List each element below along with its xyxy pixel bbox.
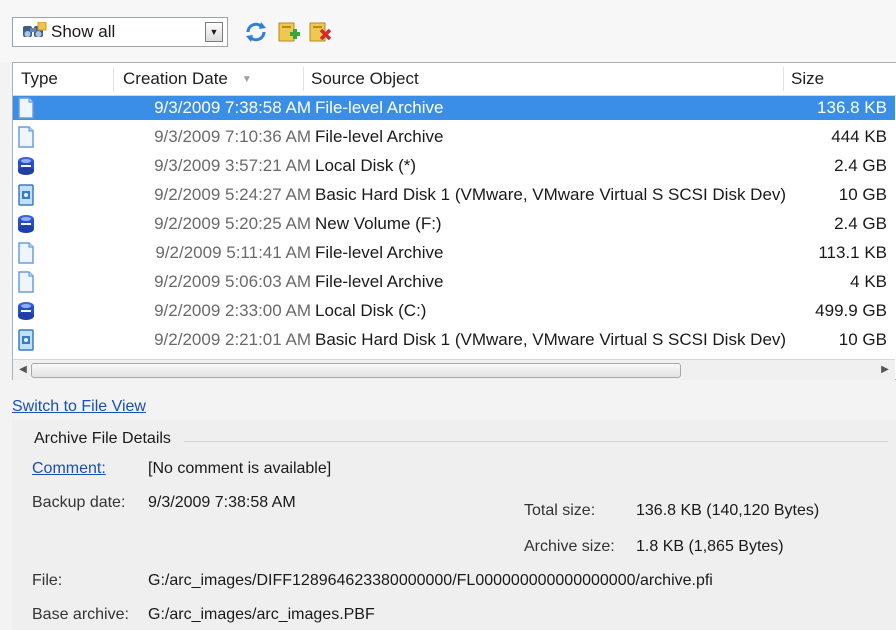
details-divider bbox=[184, 441, 888, 442]
hard-disk-icon bbox=[17, 329, 35, 351]
creation-date-cell: 9/3/2009 3:57:21 AM bbox=[154, 156, 311, 175]
filter-dropdown[interactable]: Show all ▼ bbox=[12, 17, 228, 47]
toolbar: Show all ▼ bbox=[0, 0, 896, 62]
list-header: Type Creation Date ▼ Source Object Size bbox=[13, 63, 896, 96]
source-object-cell: Basic Hard Disk 1 (VMware, VMware Virtua… bbox=[315, 185, 787, 204]
volume-icon bbox=[17, 155, 35, 177]
total-size-label: Total size: bbox=[524, 502, 596, 519]
file-archive-icon bbox=[17, 97, 35, 119]
volume-icon bbox=[17, 213, 35, 235]
column-header-source-object[interactable]: Source Object bbox=[311, 63, 419, 95]
details-title: Archive File Details bbox=[34, 430, 171, 447]
source-object-cell: New Volume (F:) bbox=[315, 214, 442, 233]
horizontal-scrollbar[interactable]: ◀ ▶ bbox=[13, 359, 895, 380]
creation-date-cell: 9/2/2009 2:21:01 AM bbox=[154, 330, 311, 349]
creation-date-cell: 9/3/2009 7:10:36 AM bbox=[154, 127, 311, 146]
table-row[interactable]: 9/3/2009 3:57:21 AM Local Disk (*) 2.4 GB bbox=[13, 154, 895, 178]
table-row[interactable]: 9/2/2009 5:20:25 AM New Volume (F:) 2.4 GB bbox=[13, 212, 895, 236]
table-row[interactable]: 9/2/2009 2:33:00 AM Local Disk (C:) 499.9 … bbox=[13, 299, 895, 323]
column-header-label: Creation Date bbox=[123, 69, 228, 88]
source-object-cell: Basic Hard Disk 1 (VMware, VMware Virtua… bbox=[315, 330, 787, 349]
backup-date-label: Backup date: bbox=[32, 494, 126, 511]
add-archive-icon[interactable] bbox=[276, 20, 302, 44]
volume-icon bbox=[17, 300, 35, 322]
table-row[interactable]: 9/2/2009 5:11:41 AM File-level Archive 113… bbox=[13, 241, 895, 265]
source-object-cell: File-level Archive bbox=[315, 127, 444, 146]
column-header-creation-date[interactable]: Creation Date ▼ bbox=[123, 63, 252, 95]
binoculars-icon bbox=[21, 21, 47, 42]
table-row[interactable]: 9/2/2009 2:21:01 AM Basic Hard Disk 1 (VM… bbox=[13, 328, 895, 352]
total-size-value: 136.8 KB (140,120 Bytes) bbox=[636, 502, 820, 519]
comment-link[interactable]: Comment: bbox=[32, 460, 106, 478]
size-cell: 2.4 GB bbox=[834, 214, 887, 233]
base-archive-value: G:/arc_images/arc_images.PBF bbox=[148, 606, 375, 623]
creation-date-cell: 9/2/2009 5:11:41 AM bbox=[155, 243, 311, 262]
size-cell: 444 KB bbox=[831, 127, 887, 146]
table-row[interactable]: 9/3/2009 7:10:36 AM File-level Archive 444… bbox=[13, 125, 895, 149]
file-archive-icon bbox=[17, 126, 35, 148]
archive-size-value: 1.8 KB (1,865 Bytes) bbox=[636, 538, 784, 555]
size-cell: 136.8 KB bbox=[817, 98, 887, 117]
chevron-down-icon[interactable]: ▼ bbox=[205, 22, 223, 42]
scrollbar-thumb[interactable] bbox=[31, 363, 681, 378]
column-header-type[interactable]: Type bbox=[21, 63, 58, 95]
creation-date-cell: 9/2/2009 2:33:00 AM bbox=[154, 301, 311, 320]
sort-descending-icon: ▼ bbox=[241, 74, 252, 85]
archive-list: Type Creation Date ▼ Source Object Size 9… bbox=[12, 62, 896, 380]
source-object-cell: File-level Archive bbox=[315, 272, 444, 291]
archive-size-label: Archive size: bbox=[524, 538, 615, 555]
delete-archive-icon[interactable] bbox=[307, 20, 333, 44]
size-cell: 113.1 KB bbox=[818, 243, 887, 262]
table-row[interactable]: 9/3/2009 7:38:58 AM File-level Archive 136… bbox=[13, 96, 895, 120]
size-cell: 10 GB bbox=[838, 185, 887, 204]
switch-to-file-view-link[interactable]: Switch to File View bbox=[12, 398, 146, 416]
backup-date-value: 9/3/2009 7:38:58 AM bbox=[148, 494, 296, 511]
scroll-right-icon[interactable]: ▶ bbox=[877, 362, 893, 378]
source-object-cell: File-level Archive bbox=[315, 243, 444, 262]
table-row[interactable]: 9/2/2009 5:24:27 AM Basic Hard Disk 1 (VM… bbox=[13, 183, 895, 207]
base-archive-label: Base archive: bbox=[32, 606, 129, 623]
size-cell: 4 KB bbox=[850, 272, 887, 291]
source-object-cell: Local Disk (C:) bbox=[315, 301, 427, 320]
refresh-icon[interactable] bbox=[243, 20, 269, 44]
file-archive-icon bbox=[17, 271, 35, 293]
archive-file-details: Archive File Details Comment: [No commen… bbox=[12, 420, 896, 630]
size-cell: 2.4 GB bbox=[834, 156, 887, 175]
hard-disk-icon bbox=[17, 184, 35, 206]
table-row[interactable]: 9/2/2009 5:06:03 AM File-level Archive 4 K… bbox=[13, 270, 895, 294]
creation-date-cell: 9/3/2009 7:38:58 AM bbox=[154, 98, 311, 117]
creation-date-cell: 9/2/2009 5:24:27 AM bbox=[154, 185, 311, 204]
file-archive-icon bbox=[17, 242, 35, 264]
file-label: File: bbox=[32, 572, 63, 589]
filter-value: Show all bbox=[51, 22, 116, 41]
creation-date-cell: 9/2/2009 5:20:25 AM bbox=[154, 214, 311, 233]
column-header-size[interactable]: Size bbox=[791, 63, 824, 95]
comment-value: [No comment is available] bbox=[148, 460, 332, 477]
source-object-cell: File-level Archive bbox=[315, 98, 444, 117]
source-object-cell: Local Disk (*) bbox=[315, 156, 417, 175]
file-path-value: G:/arc_images/DIFF128964623380000000/FL0… bbox=[148, 572, 713, 589]
size-cell: 10 GB bbox=[838, 330, 887, 349]
size-cell: 499.9 GB bbox=[815, 301, 887, 320]
scroll-left-icon[interactable]: ◀ bbox=[15, 362, 31, 378]
creation-date-cell: 9/2/2009 5:06:03 AM bbox=[154, 272, 311, 291]
